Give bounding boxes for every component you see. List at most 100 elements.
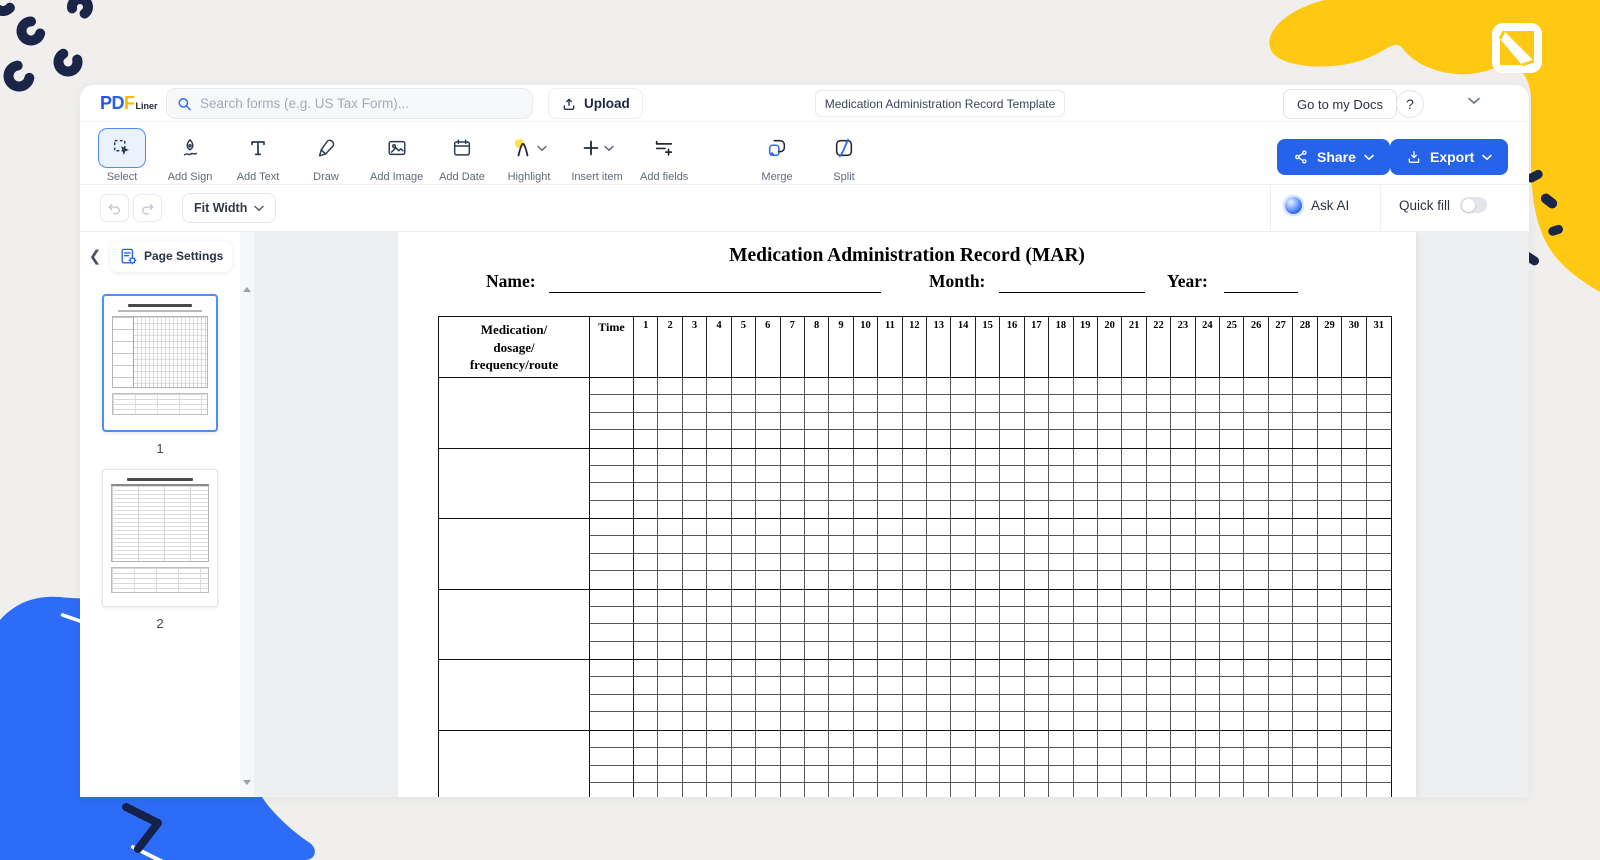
day-cell[interactable] <box>1171 624 1196 642</box>
day-cell[interactable] <box>1367 430 1391 447</box>
day-cell[interactable] <box>854 500 879 518</box>
day-cell[interactable] <box>1244 783 1269 797</box>
day-cell[interactable] <box>951 660 976 678</box>
day-cell[interactable] <box>1025 783 1050 797</box>
day-cell[interactable] <box>682 694 708 713</box>
day-cell[interactable] <box>658 448 683 466</box>
day-cell[interactable] <box>1049 553 1074 572</box>
day-cell[interactable] <box>878 412 903 431</box>
day-cell[interactable] <box>975 765 1001 784</box>
day-cell[interactable] <box>756 395 781 413</box>
day-cell[interactable] <box>780 395 805 413</box>
day-cell[interactable] <box>780 483 805 501</box>
day-cell[interactable] <box>658 395 683 413</box>
day-cell[interactable] <box>1122 677 1147 695</box>
day-cell[interactable] <box>1195 553 1221 572</box>
day-cell[interactable] <box>927 395 952 413</box>
day-cell[interactable] <box>658 412 683 431</box>
day-cell[interactable] <box>1269 641 1294 659</box>
day-cell[interactable] <box>927 519 952 537</box>
time-cell[interactable] <box>590 765 634 784</box>
time-cell[interactable] <box>590 783 634 797</box>
day-cell[interactable] <box>1122 536 1147 554</box>
day-cell[interactable] <box>951 395 976 413</box>
day-cell[interactable] <box>1146 660 1172 678</box>
day-cell[interactable] <box>804 448 830 466</box>
day-cell[interactable] <box>1268 606 1294 625</box>
time-cell[interactable] <box>590 730 634 749</box>
day-cell[interactable] <box>1268 677 1294 695</box>
day-cell[interactable] <box>1073 553 1098 572</box>
day-cell[interactable] <box>853 694 879 713</box>
day-cell[interactable] <box>1366 519 1391 537</box>
medication-cell[interactable] <box>439 519 590 589</box>
day-cell[interactable] <box>634 465 659 484</box>
page-settings-button[interactable]: Page Settings <box>110 240 233 272</box>
day-cell[interactable] <box>731 748 757 766</box>
day-cell[interactable] <box>634 536 659 554</box>
day-cell[interactable] <box>902 624 928 642</box>
day-cell[interactable] <box>1268 660 1294 678</box>
day-cell[interactable] <box>878 624 903 642</box>
day-cell[interactable] <box>902 730 928 749</box>
day-cell[interactable] <box>707 748 732 766</box>
day-cell[interactable] <box>1025 571 1050 589</box>
day-cell[interactable] <box>951 536 976 554</box>
day-cell[interactable] <box>1293 395 1318 413</box>
day-cell[interactable] <box>975 660 1001 678</box>
time-cell[interactable] <box>590 465 634 484</box>
day-cell[interactable] <box>853 536 879 554</box>
day-cell[interactable] <box>1195 465 1221 484</box>
day-cell[interactable] <box>878 448 903 466</box>
day-cell[interactable] <box>1122 660 1147 678</box>
day-cell[interactable] <box>1024 395 1050 413</box>
day-cell[interactable] <box>1000 730 1025 749</box>
day-cell[interactable] <box>1024 677 1050 695</box>
upload-button[interactable]: Upload <box>548 88 643 119</box>
day-cell[interactable] <box>1073 536 1098 554</box>
month-field-line[interactable] <box>999 272 1145 293</box>
day-cell[interactable] <box>1318 783 1343 797</box>
day-cell[interactable] <box>829 571 854 589</box>
day-cell[interactable] <box>1342 765 1367 784</box>
day-cell[interactable] <box>829 519 854 537</box>
day-cell[interactable] <box>1049 712 1074 730</box>
day-cell[interactable] <box>1244 748 1269 766</box>
day-cell[interactable] <box>829 465 854 484</box>
day-cell[interactable] <box>927 378 952 396</box>
day-cell[interactable] <box>1293 783 1318 797</box>
day-cell[interactable] <box>1244 694 1269 713</box>
day-cell[interactable] <box>780 519 805 537</box>
day-cell[interactable] <box>975 624 1001 642</box>
day-cell[interactable] <box>878 589 903 607</box>
day-cell[interactable] <box>1146 448 1172 466</box>
day-cell[interactable] <box>756 465 781 484</box>
day-cell[interactable] <box>682 378 708 396</box>
day-cell[interactable] <box>634 500 659 518</box>
day-cell[interactable] <box>1049 783 1074 797</box>
day-cell[interactable] <box>1342 748 1367 766</box>
day-cell[interactable] <box>1244 378 1269 396</box>
day-cell[interactable] <box>804 606 830 625</box>
medication-cell[interactable] <box>439 730 590 797</box>
tool-select[interactable]: Select <box>98 128 146 183</box>
day-cell[interactable] <box>975 553 1001 572</box>
day-cell[interactable] <box>902 536 928 554</box>
day-cell[interactable] <box>805 783 830 797</box>
day-cell[interactable] <box>1342 571 1367 589</box>
day-cell[interactable] <box>975 519 1001 537</box>
day-cell[interactable] <box>756 378 781 396</box>
day-cell[interactable] <box>756 748 781 766</box>
day-cell[interactable] <box>1146 395 1172 413</box>
day-cell[interactable] <box>804 748 830 766</box>
help-button[interactable]: ? <box>1396 90 1424 118</box>
day-cell[interactable] <box>951 606 976 625</box>
day-cell[interactable] <box>682 395 708 413</box>
day-cell[interactable] <box>707 553 732 572</box>
day-cell[interactable] <box>804 677 830 695</box>
day-cell[interactable] <box>1342 412 1367 431</box>
day-cell[interactable] <box>903 500 928 518</box>
day-cell[interactable] <box>975 589 1001 607</box>
day-cell[interactable] <box>804 465 830 484</box>
day-cell[interactable] <box>804 483 830 501</box>
